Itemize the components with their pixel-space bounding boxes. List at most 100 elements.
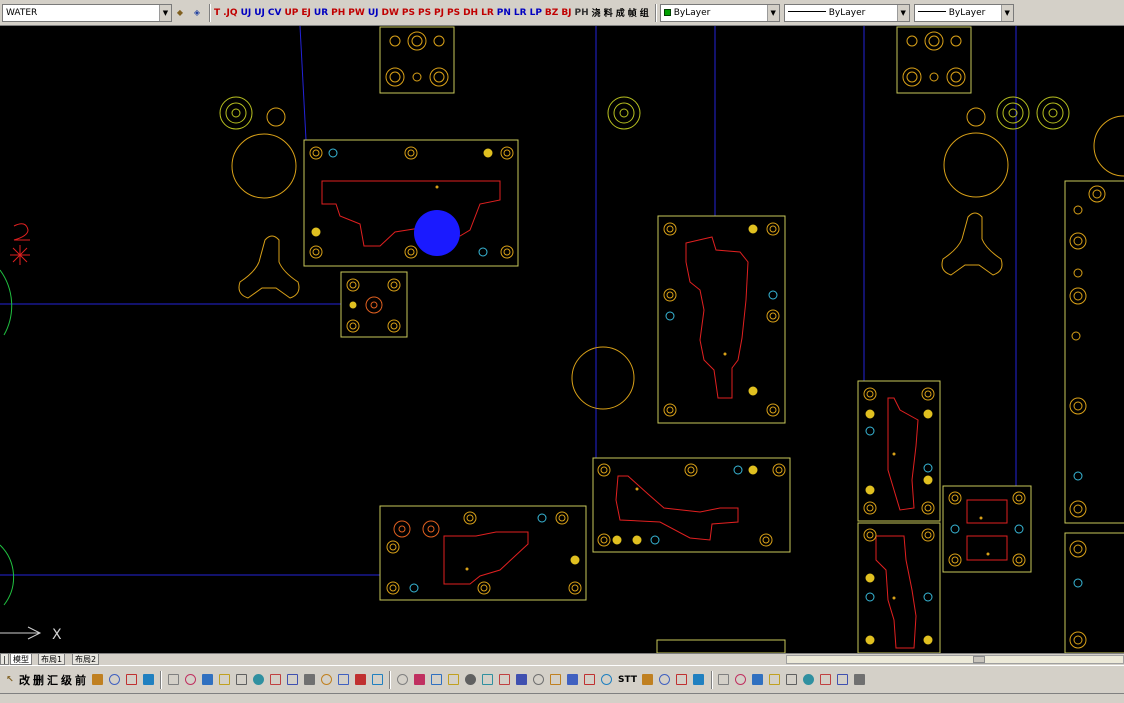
delete-command[interactable]: 删: [33, 672, 44, 688]
summary-command[interactable]: 汇: [47, 672, 58, 688]
left-tool-icon-7[interactable]: [216, 672, 232, 688]
tab-model[interactable]: 模型: [10, 654, 32, 665]
left-tool-icon-8[interactable]: [233, 672, 249, 688]
layer-manager-icon[interactable]: ◆: [172, 5, 188, 21]
left-tool-icon-12[interactable]: [301, 672, 317, 688]
command-button-20[interactable]: LP: [530, 8, 542, 18]
left-tool-icon-18[interactable]: [411, 672, 427, 688]
drawing-canvas[interactable]: X: [0, 26, 1124, 653]
left-tool-icon-6[interactable]: [199, 672, 215, 688]
command-button-3[interactable]: UJ: [254, 8, 265, 18]
arrow-icon[interactable]: ↖: [2, 672, 18, 688]
left-tool-icon-29[interactable]: [598, 672, 614, 688]
command-button-0[interactable]: T: [214, 8, 220, 18]
right-tool-icon-4[interactable]: [716, 672, 732, 688]
right-tool-icon-6[interactable]: [750, 672, 766, 688]
layer-previous-icon[interactable]: ◈: [189, 5, 205, 21]
layer-dropdown[interactable]: WATER ▼: [2, 3, 172, 22]
chevron-down-icon[interactable]: ▼: [896, 4, 909, 21]
scrollbar-thumb[interactable]: [973, 656, 985, 663]
left-tool-icon-10[interactable]: [267, 672, 283, 688]
command-button-28[interactable]: 组: [640, 6, 649, 19]
left-tool-icon-13[interactable]: [318, 672, 334, 688]
lineweight-dropdown[interactable]: ByLayer ▼: [913, 3, 1014, 22]
command-button-23[interactable]: PH: [575, 8, 589, 18]
tab-layout1[interactable]: 布局1: [38, 654, 66, 665]
left-tool-icon-9[interactable]: [250, 672, 266, 688]
modify-command[interactable]: 改: [19, 672, 30, 688]
left-tool-icon-4[interactable]: [165, 672, 181, 688]
left-tool-icon-1[interactable]: [106, 672, 122, 688]
command-button-26[interactable]: 成: [616, 6, 625, 19]
left-tool-icon-23[interactable]: [496, 672, 512, 688]
right-tool-icon-10[interactable]: [818, 672, 834, 688]
command-button-16[interactable]: DH: [463, 8, 478, 18]
left-tool-icon-14[interactable]: [335, 672, 351, 688]
command-button-22[interactable]: BJ: [561, 8, 571, 18]
command-button-25[interactable]: 料: [604, 6, 613, 19]
command-button-5[interactable]: UP: [284, 8, 298, 18]
command-button-19[interactable]: LR: [514, 8, 527, 18]
linetype-dropdown[interactable]: ByLayer ▼: [783, 3, 910, 22]
stt-command[interactable]: STT: [618, 675, 637, 685]
left-tool-icon-2[interactable]: [123, 672, 139, 688]
command-button-11[interactable]: DW: [381, 8, 398, 18]
command-button-18[interactable]: PN: [497, 8, 511, 18]
command-button-9[interactable]: PW: [348, 8, 365, 18]
right-tool-icon-8[interactable]: [784, 672, 800, 688]
right-tool-icon-0[interactable]: [640, 672, 656, 688]
left-tool-icon-27[interactable]: [564, 672, 580, 688]
left-tool-icon-24[interactable]: [513, 672, 529, 688]
command-button-4[interactable]: CV: [268, 8, 282, 18]
command-button-6[interactable]: EJ: [301, 8, 311, 18]
command-button-12[interactable]: PS: [402, 8, 415, 18]
right-tool-icon-9[interactable]: [801, 672, 817, 688]
chevron-down-icon[interactable]: ▼: [1000, 4, 1013, 21]
tool-glyph-icon: [142, 674, 154, 685]
left-tool-icon-16[interactable]: [369, 672, 385, 688]
chevron-down-icon[interactable]: ▼: [159, 4, 171, 21]
left-tool-icon-22[interactable]: [479, 672, 495, 688]
left-tool-icon-20[interactable]: [445, 672, 461, 688]
command-button-2[interactable]: UJ: [241, 8, 252, 18]
right-tool-icon-3[interactable]: [691, 672, 707, 688]
right-tool-icon-11[interactable]: [835, 672, 851, 688]
left-tool-icon-28[interactable]: [581, 672, 597, 688]
front-command[interactable]: 前: [75, 672, 86, 688]
right-tool-icon-12[interactable]: [852, 672, 868, 688]
left-tool-icon-5[interactable]: [182, 672, 198, 688]
color-dropdown[interactable]: ByLayer ▼: [659, 3, 780, 22]
command-button-21[interactable]: BZ: [545, 8, 558, 18]
command-button-24[interactable]: 浇: [592, 6, 601, 19]
right-tool-icon-7[interactable]: [767, 672, 783, 688]
left-tool-icon-19[interactable]: [428, 672, 444, 688]
separator: [654, 3, 657, 22]
command-button-15[interactable]: PS: [447, 8, 460, 18]
horizontal-scrollbar[interactable]: [786, 655, 1124, 664]
level-command[interactable]: 级: [61, 672, 72, 688]
left-tool-icon-17[interactable]: [394, 672, 410, 688]
command-button-27[interactable]: 帧: [628, 6, 637, 19]
left-tool-icon-21[interactable]: [462, 672, 478, 688]
left-tool-icon-11[interactable]: [284, 672, 300, 688]
left-tool-icon-0[interactable]: [89, 672, 105, 688]
left-tool-icon-15[interactable]: [352, 672, 368, 688]
left-tool-icon-3[interactable]: [140, 672, 156, 688]
right-tool-icon-2[interactable]: [674, 672, 690, 688]
tool-glyph-icon: [320, 674, 332, 685]
command-button-8[interactable]: PH: [331, 8, 345, 18]
command-button-13[interactable]: PS: [418, 8, 431, 18]
chevron-down-icon[interactable]: ▼: [766, 4, 779, 21]
tab-layout2[interactable]: 布局2: [72, 654, 100, 665]
right-tool-icon-1[interactable]: [657, 672, 673, 688]
left-tool-icon-26[interactable]: [547, 672, 563, 688]
tab-prev-arrow[interactable]: |: [0, 654, 9, 665]
command-button-10[interactable]: UJ: [368, 8, 379, 18]
left-tool-icon-25[interactable]: [530, 672, 546, 688]
command-button-7[interactable]: UR: [314, 8, 328, 18]
tool-glyph-icon: [854, 674, 866, 685]
right-tool-icon-5[interactable]: [733, 672, 749, 688]
command-button-17[interactable]: LR: [481, 8, 494, 18]
command-button-14[interactable]: PJ: [434, 8, 444, 18]
command-button-1[interactable]: .JQ: [223, 8, 237, 18]
